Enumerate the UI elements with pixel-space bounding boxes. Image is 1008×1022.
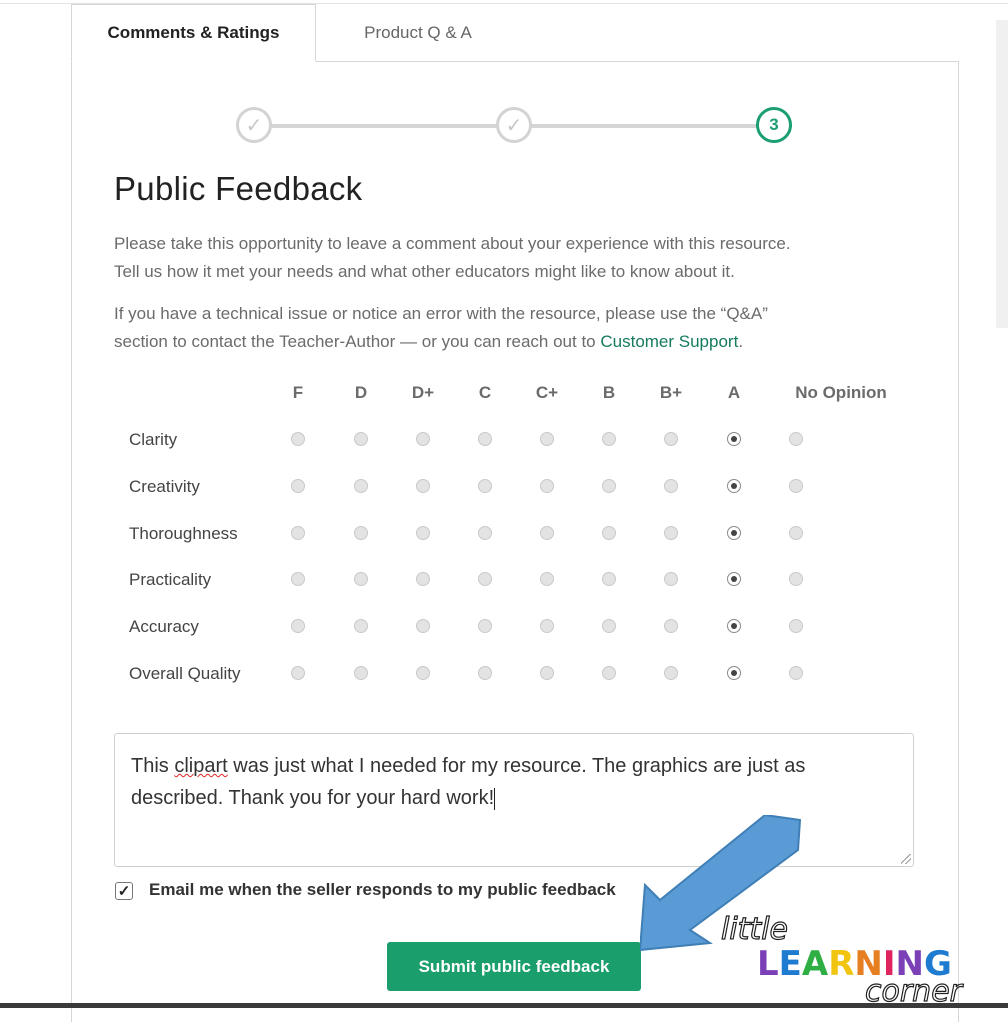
intro-text: Please take this opportunity to leave a … (114, 230, 914, 286)
tab-comments-ratings[interactable]: Comments & Ratings (71, 4, 316, 62)
rating-radio[interactable] (291, 526, 305, 540)
rating-radio[interactable] (540, 666, 554, 680)
resize-handle-icon[interactable] (901, 854, 911, 864)
svg-text:little: little (721, 912, 788, 947)
rating-radio[interactable] (291, 479, 305, 493)
rating-radio[interactable] (540, 479, 554, 493)
rating-radio[interactable] (540, 432, 554, 446)
tab-product-qa[interactable]: Product Q & A (318, 4, 518, 62)
rating-radio[interactable] (291, 432, 305, 446)
text-caret (494, 787, 496, 810)
comment-text-1: This (131, 755, 175, 777)
step-3-current: 3 (756, 107, 792, 143)
rating-radio[interactable] (664, 572, 678, 586)
grade-column-header: B+ (659, 383, 683, 402)
rating-radio[interactable] (789, 572, 803, 586)
grade-column-header: D+ (411, 383, 435, 402)
grade-column-header: D (354, 383, 368, 402)
email-checkbox[interactable]: ✓ (115, 882, 133, 900)
rating-radio[interactable] (727, 666, 741, 680)
tech-issue-text: If you have a technical issue or notice … (114, 300, 914, 356)
little-learning-corner-logo: little LEARNING corner (720, 911, 964, 1005)
rating-radio[interactable] (789, 432, 803, 446)
customer-support-link[interactable]: Customer Support (600, 332, 738, 351)
rating-radio[interactable] (727, 572, 741, 586)
tech-line-2: section to contact the Teacher-Author — … (114, 328, 914, 356)
grade-column-header: F (292, 383, 304, 402)
rating-radio[interactable] (354, 479, 368, 493)
rating-radio[interactable] (291, 666, 305, 680)
bottom-border (0, 1003, 1008, 1008)
rating-row-label: Overall Quality (129, 664, 241, 683)
stepper-connector-2 (531, 124, 757, 128)
rating-radio[interactable] (664, 432, 678, 446)
rating-radio[interactable] (540, 572, 554, 586)
page-scrollbar[interactable] (996, 20, 1008, 328)
grade-column-header: B (602, 383, 616, 402)
rating-row-label: Accuracy (129, 617, 199, 636)
rating-row-label: Clarity (129, 430, 178, 449)
grade-column-header: No Opinion (795, 383, 887, 402)
rating-radio[interactable] (416, 526, 430, 540)
rating-radio[interactable] (664, 479, 678, 493)
rating-radio[interactable] (602, 479, 616, 493)
stepper-connector-1 (271, 124, 497, 128)
rating-radio[interactable] (478, 572, 492, 586)
step-1-check-icon: ✓ (236, 107, 272, 143)
rating-radio[interactable] (789, 479, 803, 493)
rating-radio[interactable] (478, 666, 492, 680)
rating-radio[interactable] (291, 572, 305, 586)
rating-radio[interactable] (602, 432, 616, 446)
rating-radio[interactable] (540, 526, 554, 540)
rating-row-label: Thoroughness (129, 524, 238, 543)
rating-radio[interactable] (478, 432, 492, 446)
tech-line-2-text: section to contact the Teacher-Author — … (114, 332, 601, 351)
rating-radio[interactable] (478, 619, 492, 633)
rating-radio[interactable] (416, 572, 430, 586)
rating-radio[interactable] (540, 619, 554, 633)
comment-text-2: was just what I needed for my resource. … (131, 755, 806, 809)
rating-radio[interactable] (354, 572, 368, 586)
rating-radio[interactable] (789, 666, 803, 680)
rating-radio[interactable] (602, 572, 616, 586)
rating-radio[interactable] (727, 526, 741, 540)
page-title: Public Feedback (114, 170, 363, 207)
rating-radio[interactable] (602, 526, 616, 540)
rating-radio[interactable] (416, 432, 430, 446)
rating-radio[interactable] (664, 526, 678, 540)
rating-radio[interactable] (478, 526, 492, 540)
grade-column-header: C (478, 383, 492, 402)
step-2-check-icon: ✓ (496, 107, 532, 143)
rating-radio[interactable] (727, 479, 741, 493)
tech-line-2-period: . (738, 332, 744, 351)
rating-radio[interactable] (789, 619, 803, 633)
rating-radio[interactable] (664, 619, 678, 633)
intro-line-1: Please take this opportunity to leave a … (114, 234, 791, 253)
rating-radio[interactable] (291, 619, 305, 633)
rating-radio[interactable] (416, 619, 430, 633)
rating-radio[interactable] (789, 526, 803, 540)
rating-radio[interactable] (727, 619, 741, 633)
rating-radio[interactable] (602, 666, 616, 680)
rating-row-label: Practicality (129, 570, 212, 589)
rating-radio[interactable] (416, 666, 430, 680)
rating-radio[interactable] (416, 479, 430, 493)
rating-radio[interactable] (354, 619, 368, 633)
rating-radio[interactable] (354, 666, 368, 680)
spellcheck-word: clipart (174, 755, 228, 777)
rating-radio[interactable] (664, 666, 678, 680)
tech-line-1: If you have a technical issue or notice … (114, 304, 768, 323)
grade-column-header: C+ (535, 383, 559, 402)
intro-line-2: Tell us how it met your needs and what o… (114, 262, 735, 281)
rating-row-label: Creativity (129, 477, 200, 496)
submit-feedback-button[interactable]: Submit public feedback (387, 942, 641, 991)
grade-column-header: A (727, 383, 741, 402)
rating-radio[interactable] (354, 432, 368, 446)
rating-radio[interactable] (478, 479, 492, 493)
svg-text:corner: corner (865, 974, 964, 1005)
rating-radio[interactable] (354, 526, 368, 540)
email-checkbox-label: Email me when the seller responds to my … (149, 880, 616, 899)
rating-radio[interactable] (727, 432, 741, 446)
rating-radio[interactable] (602, 619, 616, 633)
